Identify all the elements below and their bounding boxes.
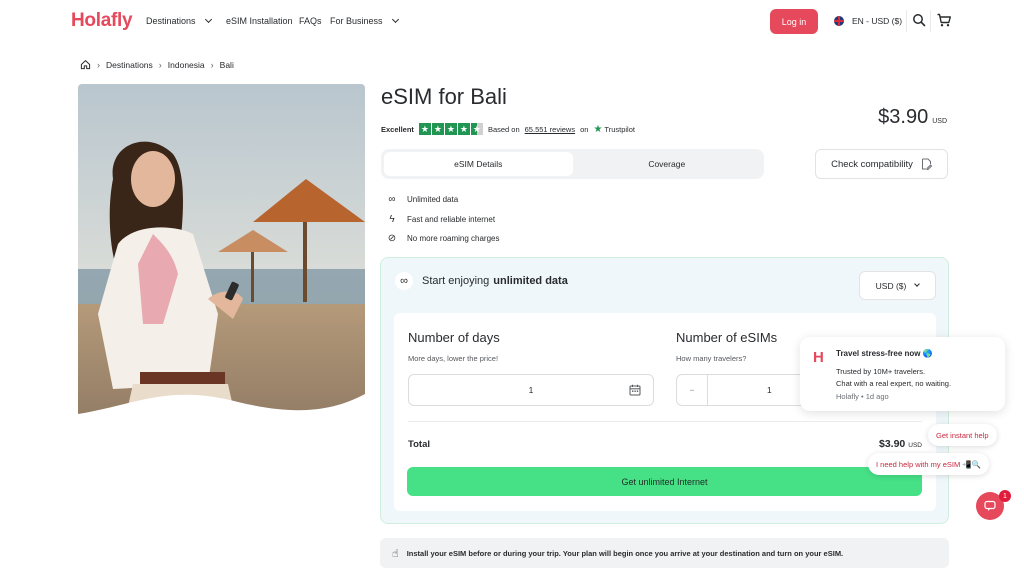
currency-select-label: USD ($): [875, 280, 907, 291]
star-icon: ★: [418, 123, 431, 135]
on-label: on: [580, 124, 589, 134]
nav-esim-installation-label: eSIM Installation: [226, 16, 293, 26]
nav-destinations[interactable]: Destinations: [146, 15, 212, 26]
install-note: ☝ Install your eSIM before or during you…: [380, 538, 949, 568]
tab-coverage[interactable]: Coverage: [573, 152, 762, 176]
total-label: Total: [408, 439, 430, 450]
star-icon: ★: [457, 123, 470, 135]
tab-esim-details[interactable]: eSIM Details: [384, 152, 573, 176]
search-icon[interactable]: [911, 12, 927, 28]
feature-list: ∞ Unlimited data ϟ Fast and reliable int…: [386, 190, 500, 249]
days-value: 1: [528, 385, 534, 395]
feature-item: ∞ Unlimited data: [386, 190, 499, 210]
breadcrumb-indonesia[interactable]: Indonesia: [168, 60, 205, 70]
header-divider: [930, 10, 931, 32]
feature-label: Unlimited data: [407, 195, 459, 205]
details-tabs: eSIM Details Coverage: [381, 149, 764, 179]
nav-for-business-label: For Business: [330, 16, 383, 26]
total-price-currency: USD: [908, 442, 922, 449]
calendar-icon[interactable]: [629, 384, 641, 396]
nav-destinations-label: Destinations: [146, 16, 196, 26]
reviews-link[interactable]: 65.551 reviews: [525, 125, 575, 134]
chat-popup[interactable]: H Travel stress-free now 🌎 Trusted by 10…: [800, 337, 1005, 411]
infinity-icon: ∞: [388, 194, 396, 206]
rating-stars: ★ ★ ★ ★ ★: [418, 123, 483, 135]
breadcrumb-bali: Bali: [219, 59, 234, 70]
nav-faqs[interactable]: FAQs: [299, 16, 322, 26]
login-button[interactable]: Log in: [770, 9, 818, 34]
chat-meta: Holafly • 1d ago: [836, 392, 889, 401]
esims-subtitle: How many travelers?: [676, 354, 747, 363]
holafly-chat-logo: H: [813, 349, 824, 366]
need-help-esim-chip[interactable]: I need help with my eSIM 📲🔍: [868, 453, 989, 475]
nav-faqs-label: FAQs: [299, 16, 322, 26]
esims-value: 1: [767, 385, 772, 395]
trustpilot-logo: ★ Trustpilot: [593, 124, 635, 135]
site-header: Holafly Destinations eSIM Installation F…: [0, 0, 1024, 44]
notification-badge: 1: [999, 490, 1011, 502]
chevron-right-icon: ›: [158, 59, 162, 70]
breadcrumb: › Destinations › Indonesia › Bali: [80, 59, 234, 70]
uk-flag-icon: [834, 16, 844, 26]
star-half-icon: ★: [470, 123, 483, 135]
star-icon: ★: [431, 123, 444, 135]
chevron-right-icon: ›: [210, 59, 214, 70]
price-currency: USD: [932, 118, 947, 125]
breadcrumb-destinations[interactable]: Destinations: [106, 60, 153, 70]
rating-word: Excellent: [381, 124, 414, 134]
no-roaming-icon: ⊘: [387, 233, 397, 245]
infinity-icon: ∞: [395, 272, 413, 290]
edit-document-icon: [921, 158, 932, 170]
total-price: $3.90 USD: [879, 438, 922, 450]
days-subtitle: More days, lower the price!: [408, 354, 499, 363]
chat-line: Trusted by 10M+ travelers.: [836, 367, 926, 376]
language-currency-selector[interactable]: EN - USD ($): [834, 16, 902, 26]
trustpilot-rating[interactable]: Excellent ★ ★ ★ ★ ★ Based on 65.551 revi…: [381, 123, 635, 135]
cart-icon[interactable]: [936, 12, 952, 28]
based-on-label: Based on: [487, 124, 520, 134]
check-compatibility-button[interactable]: Check compatibility: [815, 149, 948, 179]
total-price-value: $3.90: [878, 438, 906, 450]
chevron-down-icon: [391, 15, 399, 24]
hero-image: [78, 84, 365, 429]
chat-title: Travel stress-free now 🌎: [836, 349, 933, 358]
esims-stepper[interactable]: − 1: [676, 374, 806, 406]
chat-bubble-icon: [984, 500, 996, 511]
nav-for-business[interactable]: For Business: [330, 15, 399, 26]
days-title: Number of days: [408, 330, 500, 345]
feature-item: ϟ Fast and reliable internet: [386, 210, 499, 230]
tap-hand-icon: ☝: [392, 547, 399, 560]
plan-heading: ∞ Start enjoying unlimited data: [395, 272, 568, 290]
chevron-down-icon: [204, 15, 212, 24]
product-price: $3.90 USD: [878, 106, 947, 129]
price-value: $3.90: [878, 106, 929, 128]
plan-divider: [408, 421, 922, 422]
decrement-button[interactable]: −: [677, 375, 708, 405]
product-title: eSIM for Bali: [381, 84, 507, 109]
home-icon[interactable]: [80, 59, 91, 70]
holafly-logo[interactable]: Holafly: [71, 10, 133, 32]
plan-heading-prefix: Start enjoying: [422, 275, 490, 287]
trustpilot-star-icon: ★: [593, 123, 603, 135]
language-currency-label: EN - USD ($): [852, 16, 903, 26]
days-input[interactable]: 1: [408, 374, 654, 406]
trustpilot-label: Trustpilot: [604, 124, 635, 134]
currency-select[interactable]: USD ($): [859, 271, 936, 300]
get-instant-help-chip[interactable]: Get instant help: [928, 424, 997, 446]
header-divider: [906, 10, 907, 32]
feature-label: No more roaming charges: [407, 234, 500, 244]
esims-title: Number of eSIMs: [676, 330, 778, 345]
nav-esim-installation[interactable]: eSIM Installation: [226, 16, 293, 26]
plan-heading-bold: unlimited data: [493, 275, 568, 287]
lightning-icon: ϟ: [389, 213, 395, 225]
star-icon: ★: [444, 123, 457, 135]
get-unlimited-internet-button[interactable]: Get unlimited Internet: [407, 467, 922, 496]
chat-line: Chat with a real expert, no waiting.: [836, 379, 952, 388]
check-compatibility-label: Check compatibility: [831, 158, 913, 170]
feature-item: ⊘ No more roaming charges: [386, 229, 500, 249]
chevron-down-icon: [914, 281, 921, 287]
chevron-right-icon: ›: [97, 59, 100, 70]
install-note-text: Install your eSIM before or during your …: [406, 548, 844, 558]
feature-label: Fast and reliable internet: [407, 214, 496, 224]
